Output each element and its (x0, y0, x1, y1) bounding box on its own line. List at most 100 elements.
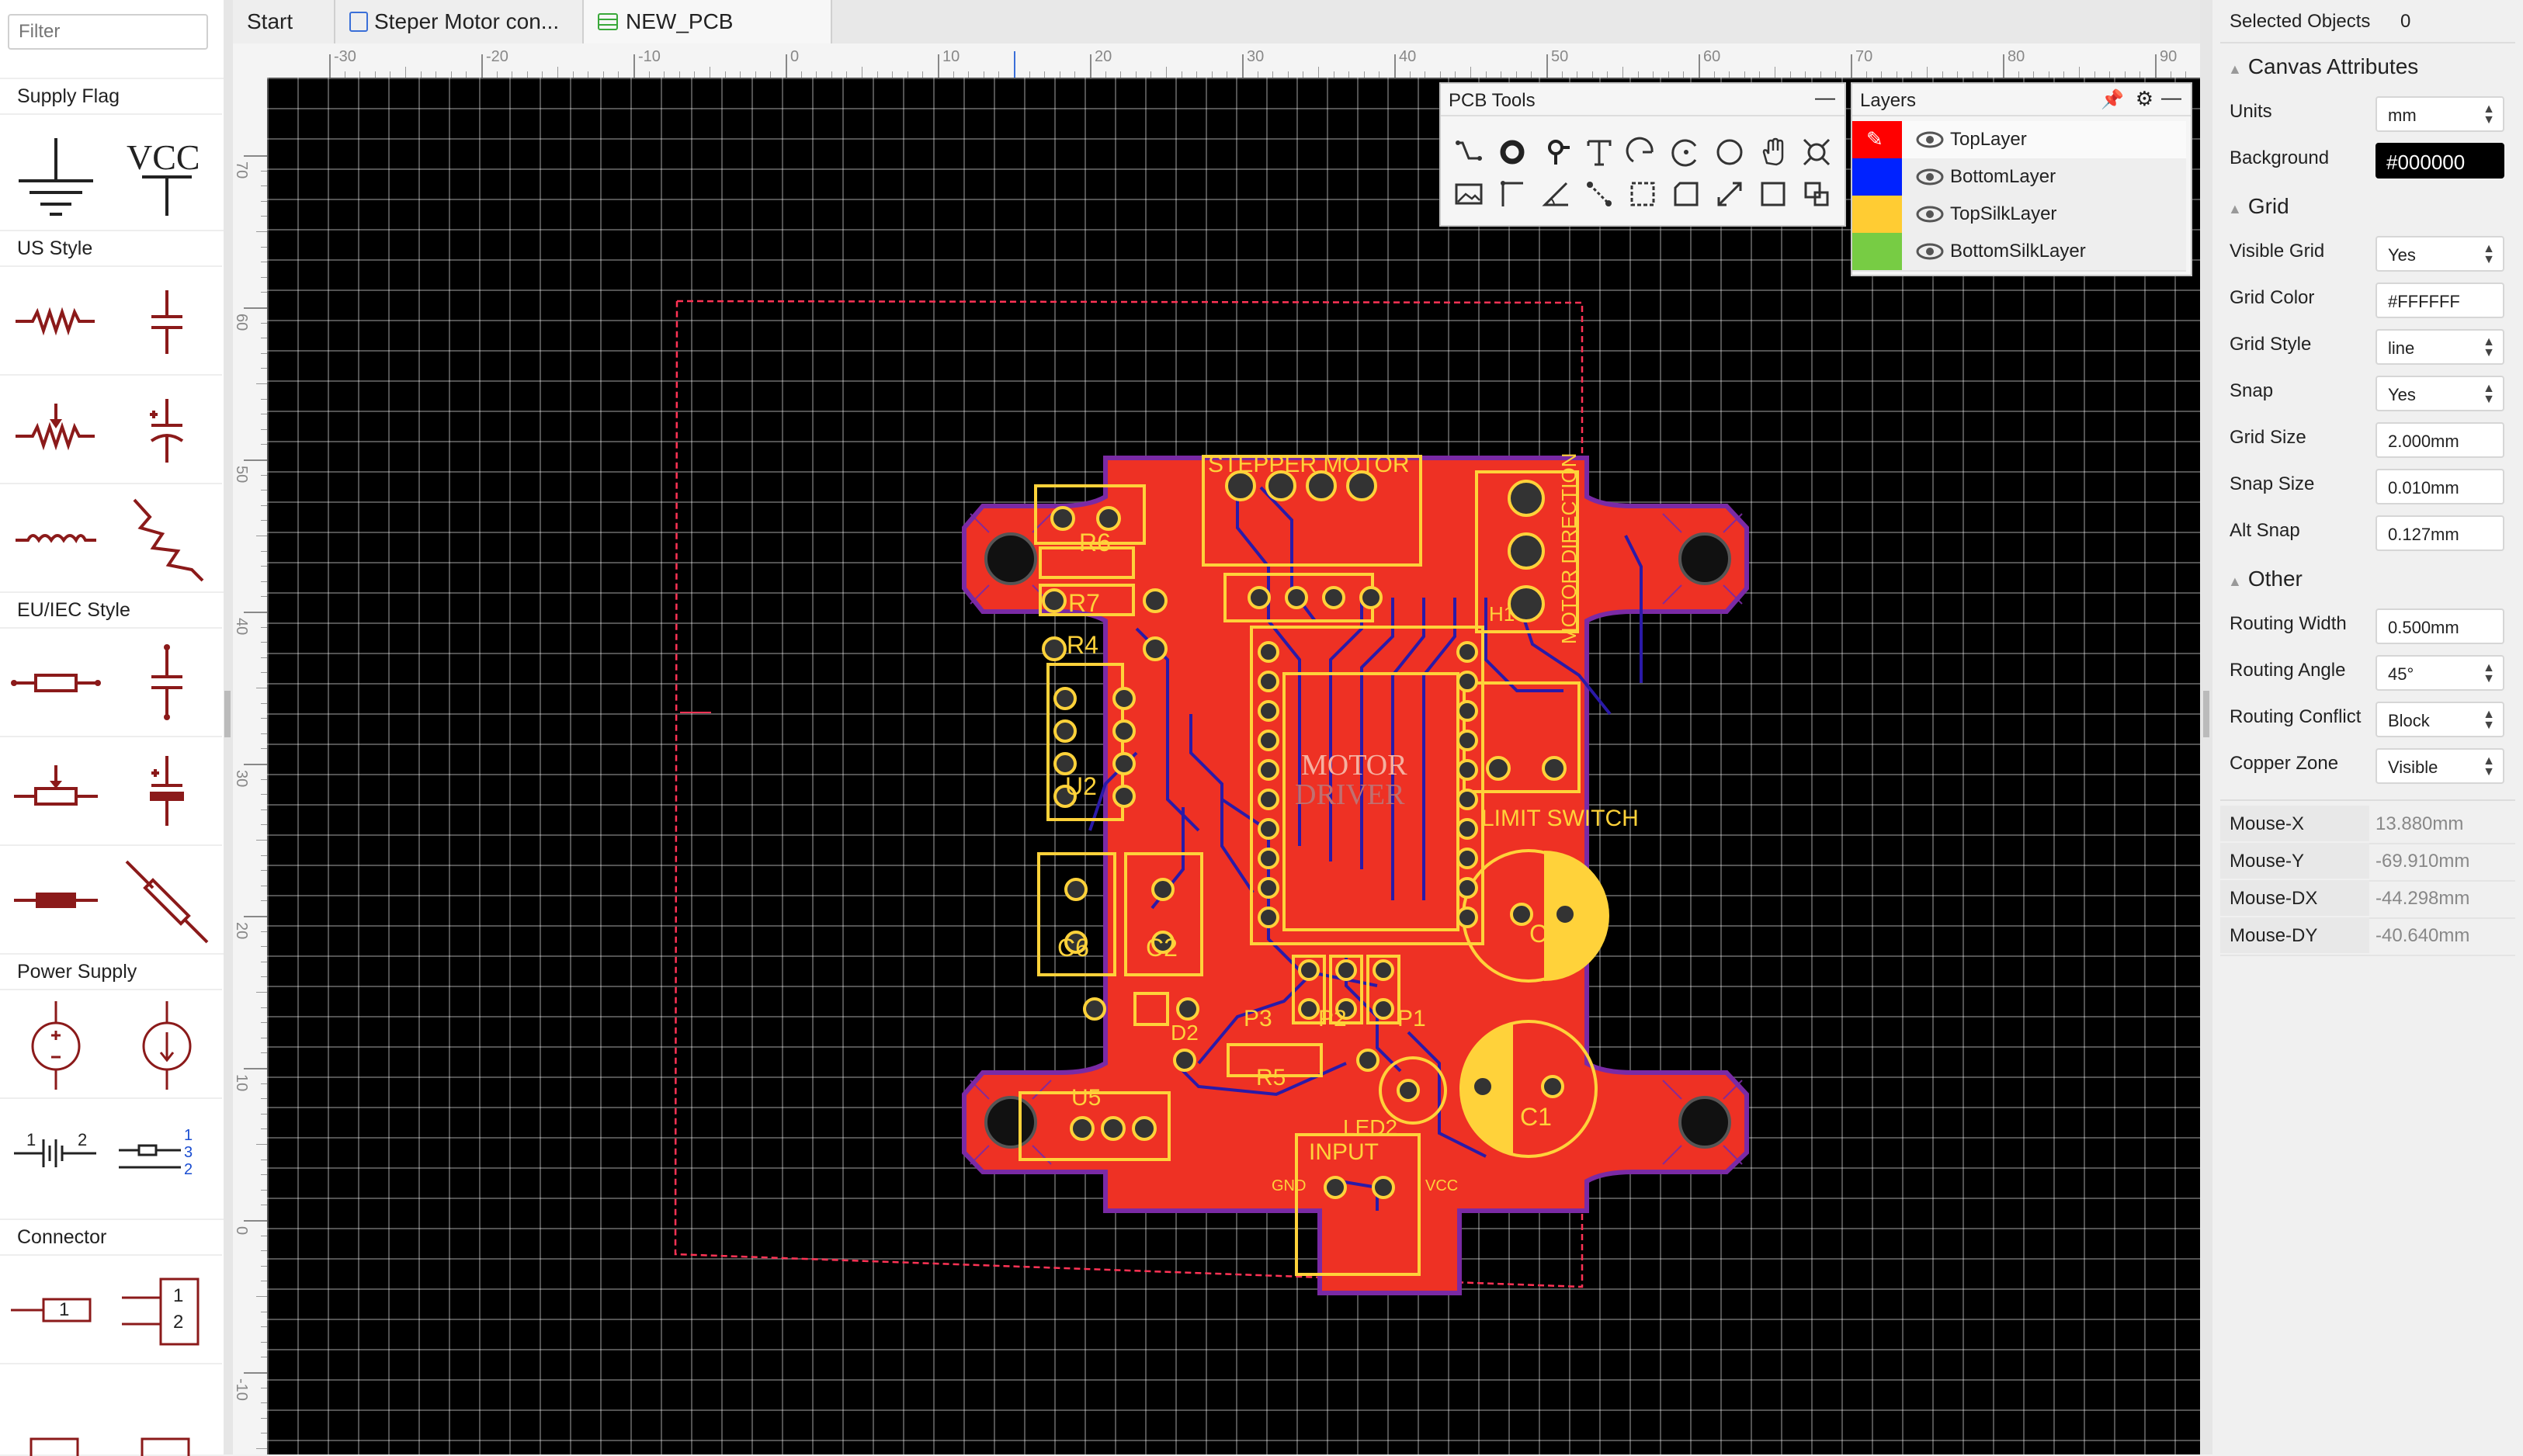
angle-tool-icon[interactable] (1539, 177, 1573, 211)
ground-symbol[interactable] (0, 113, 111, 230)
routing-angle-label: Routing Angle (2230, 660, 2346, 681)
selected-objects-count: 0 (2400, 11, 2411, 32)
category-connector[interactable]: Connector (0, 1219, 224, 1254)
eye-icon[interactable] (1916, 130, 1944, 149)
visible-grid-select[interactable]: Yes ▲ ▼ (2376, 236, 2504, 272)
connector-partial-a[interactable] (0, 1363, 111, 1456)
tab-pcb[interactable]: NEW_PCB (584, 0, 832, 43)
layer-row-bottom[interactable]: BottomLayer (1852, 158, 2186, 197)
resistor-eu[interactable] (0, 627, 111, 736)
copper-area-tool-icon[interactable] (1799, 135, 1834, 169)
category-us-style[interactable]: US Style (0, 230, 224, 265)
minimize-icon[interactable]: — (2161, 85, 2181, 109)
pcb-board[interactable]: STEPPER MOTOR MOTOR DIRECTION LIMIT SWIT… (942, 365, 1765, 1312)
ruler-tick (244, 1220, 267, 1222)
vcc-symbol[interactable]: VCC (111, 113, 222, 230)
dimension-tool-icon[interactable] (1495, 177, 1529, 211)
potentiometer-eu[interactable] (0, 736, 111, 844)
measure-tool-icon[interactable] (1713, 177, 1747, 211)
inductor-us[interactable] (0, 483, 111, 591)
polarized-capacitor-us[interactable] (111, 374, 222, 483)
snap-size-field[interactable]: 0.010mm (2376, 469, 2504, 504)
routing-width-field[interactable]: 0.500mm (2376, 608, 2504, 644)
connect-pad-tool-icon[interactable] (1582, 177, 1616, 211)
canvas-origin-tool-icon[interactable] (1799, 177, 1834, 211)
left-panel-splitter[interactable] (224, 0, 233, 1454)
pcb-canvas[interactable]: STEPPER MOTOR MOTOR DIRECTION LIMIT SWIT… (267, 78, 2200, 1454)
variable-resistor-eu[interactable] (111, 844, 222, 953)
stepper-arrows-icon: ▲ ▼ (2483, 335, 2495, 359)
eye-icon[interactable] (1916, 168, 1944, 186)
right-panel-splitter[interactable] (2200, 0, 2212, 1454)
track-tool-icon[interactable] (1452, 135, 1486, 169)
via-tool-icon[interactable] (1539, 135, 1573, 169)
variable-resistor-us[interactable] (111, 483, 222, 591)
background-color-field[interactable]: #000000 (2376, 143, 2504, 179)
capacitor-eu[interactable] (111, 627, 222, 736)
filter-input[interactable] (8, 14, 208, 50)
copper-zone-select[interactable]: Visible ▲ ▼ (2376, 748, 2504, 784)
tab-start[interactable]: Start (233, 0, 335, 43)
ground-icon (19, 138, 93, 216)
capacitor-us[interactable] (111, 265, 222, 374)
tab-schematic[interactable]: Steper Motor con... (335, 0, 584, 43)
grid-size-field[interactable]: 2.000mm (2376, 422, 2504, 458)
label-h1: H1 (1489, 602, 1515, 626)
category-eu-style[interactable]: EU/IEC Style (0, 591, 224, 627)
eye-icon[interactable] (1916, 242, 1944, 261)
ruler-tick-label: 80 (2008, 48, 2025, 65)
snap-select[interactable]: Yes ▲ ▼ (2376, 376, 2504, 411)
layer-row-topsilk[interactable]: TopSilkLayer (1852, 196, 2186, 234)
canvas-attributes-section[interactable]: ▲ Canvas Attributes (2228, 54, 2418, 79)
category-supply-flag[interactable]: Supply Flag (0, 78, 224, 113)
connector-1pin-icon (11, 1298, 92, 1323)
layers-panel: Layers 📌 ⚙ — ✎ TopLayer BottomLayer TopS… (1851, 82, 2192, 276)
gear-icon[interactable]: ⚙ (2136, 87, 2153, 111)
minimize-icon[interactable]: — (1815, 85, 1835, 109)
polarized-capacitor-eu[interactable] (111, 736, 222, 844)
layer-color-swatch[interactable]: ✎ (1852, 121, 1902, 158)
potentiometer-icon (16, 404, 95, 451)
routing-conflict-select[interactable]: Block ▲ ▼ (2376, 702, 2504, 737)
alt-snap-field[interactable]: 0.127mm (2376, 515, 2504, 551)
voltage-source[interactable] (0, 989, 111, 1097)
connector-2pin[interactable]: 1 2 (111, 1254, 222, 1363)
ruler-tick-label: 60 (233, 314, 250, 331)
connector-1pin[interactable]: 1 (0, 1254, 111, 1363)
alt-snap-label: Alt Snap (2230, 520, 2300, 541)
category-power-supply[interactable]: Power Supply (0, 953, 224, 989)
rectangle-tool-icon[interactable] (1756, 177, 1790, 211)
image-tool-icon[interactable] (1452, 177, 1486, 211)
center-arc-tool-icon[interactable] (1669, 135, 1703, 169)
circle-tool-icon[interactable] (1713, 135, 1747, 169)
other-section[interactable]: ▲ Other (2228, 567, 2303, 591)
layer-color-swatch[interactable] (1852, 196, 1902, 233)
grid-section[interactable]: ▲ Grid (2228, 194, 2289, 219)
solid-region-tool-icon[interactable] (1626, 177, 1660, 211)
layer-row-bottomsilk[interactable]: BottomSilkLayer (1852, 233, 2186, 272)
pcb-tools-header[interactable]: PCB Tools — (1441, 84, 1845, 116)
hand-tool-icon[interactable] (1756, 135, 1790, 169)
routing-angle-select[interactable]: 45° ▲ ▼ (2376, 655, 2504, 691)
text-tool-icon[interactable] (1582, 135, 1616, 169)
connector-partial-b[interactable] (111, 1363, 222, 1456)
fuse-eu[interactable] (0, 844, 111, 953)
layer-color-swatch[interactable] (1852, 158, 1902, 196)
resistor-us[interactable] (0, 265, 111, 374)
pad-tool-icon[interactable] (1495, 135, 1529, 169)
grid-color-field[interactable]: #FFFFFF (2376, 283, 2504, 318)
layers-header[interactable]: Layers 📌 ⚙ — (1852, 84, 2191, 116)
potentiometer-3pin[interactable]: 1 3 2 (111, 1097, 222, 1206)
pin-icon[interactable]: 📌 (2101, 88, 2124, 111)
board-outline-tool-icon[interactable] (1669, 177, 1703, 211)
battery[interactable]: 1 2 (0, 1097, 111, 1206)
layer-row-top[interactable]: ✎ TopLayer (1852, 121, 2186, 160)
current-source[interactable] (111, 989, 222, 1097)
grid-style-select[interactable]: line ▲ ▼ (2376, 329, 2504, 365)
units-select[interactable]: mm ▲ ▼ (2376, 96, 2504, 132)
eye-icon[interactable] (1916, 205, 1944, 224)
layer-color-swatch[interactable] (1852, 233, 1902, 270)
label-p1: P1 (1397, 1006, 1426, 1031)
potentiometer-us[interactable] (0, 374, 111, 483)
arc-tool-icon[interactable] (1626, 135, 1660, 169)
